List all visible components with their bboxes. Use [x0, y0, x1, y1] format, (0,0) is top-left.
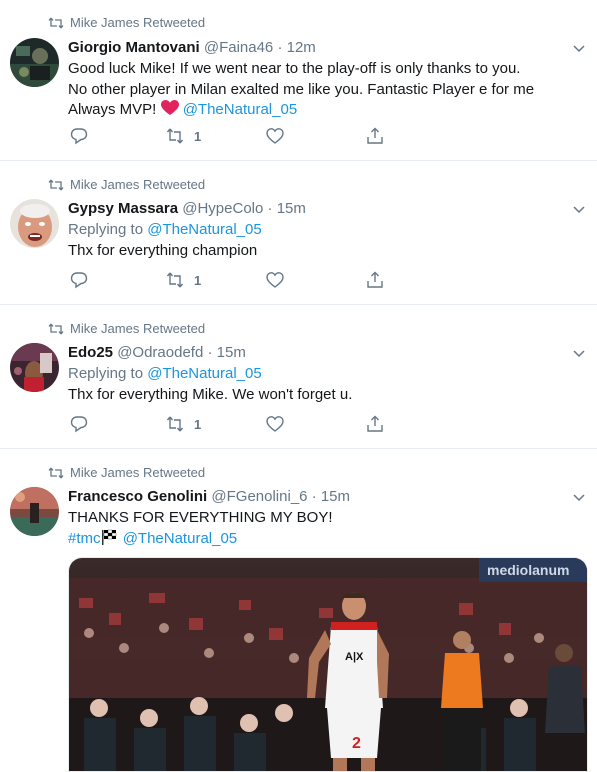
tweet-header: Edo25 @Odraodefd · 15m — [68, 343, 246, 363]
retweet-button[interactable]: 1 — [166, 414, 201, 434]
retweet-context: Mike James Retweeted — [48, 320, 205, 338]
share-icon — [367, 127, 383, 144]
retweet-icon — [48, 323, 64, 335]
reply-button[interactable] — [70, 270, 88, 290]
reply-button[interactable] — [70, 414, 88, 434]
tweet-text-line: #tmc @TheNatural_05 — [68, 529, 578, 550]
avatar[interactable] — [10, 199, 59, 248]
reply-button[interactable] — [70, 126, 88, 146]
chevron-down-icon[interactable] — [571, 40, 587, 56]
tweet-actions: 1 — [68, 270, 388, 290]
checkered-flag-icon — [101, 529, 116, 545]
display-name[interactable]: Gypsy Massara — [68, 200, 178, 217]
tweet-text: Good luck Mike! If we went near to the p… — [68, 59, 578, 121]
display-name[interactable]: Giorgio Mantovani — [68, 39, 200, 56]
chevron-down-icon[interactable] — [571, 201, 587, 217]
tweet-text-line: Good luck Mike! If we went near to the p… — [68, 60, 521, 77]
chevron-down-icon[interactable] — [571, 345, 587, 361]
retweet-context: Mike James Retweeted — [48, 464, 205, 482]
retweet-count: 1 — [194, 416, 202, 432]
retweet-icon — [48, 467, 64, 479]
replying-to: Replying to @TheNatural_05 — [68, 221, 262, 238]
separator: · — [207, 344, 213, 361]
tweet-text-line: THANKS FOR EVERYTHING MY BOY! — [68, 509, 333, 526]
retweet-button[interactable]: 1 — [166, 270, 201, 290]
tweet-text: THANKS FOR EVERYTHING MY BOY! #tmc @TheN… — [68, 508, 578, 549]
retweet-context: Mike James Retweeted — [48, 14, 205, 32]
avatar[interactable] — [10, 38, 59, 87]
retweeted-by-label: Mike James Retweeted — [70, 177, 206, 192]
retweet-count: 1 — [194, 272, 202, 288]
tweet-actions: 1 — [68, 126, 388, 146]
reply-icon — [70, 416, 88, 433]
arena-banner-text: mediolanum — [487, 562, 569, 578]
reply-icon — [70, 128, 88, 145]
share-button[interactable] — [366, 414, 384, 434]
timestamp[interactable]: 15m — [321, 488, 350, 505]
share-button[interactable] — [366, 126, 384, 146]
user-handle[interactable]: @FGenolini_6 — [211, 488, 307, 505]
mention-link[interactable]: @TheNatural_05 — [147, 221, 261, 238]
retweeted-by-label: Mike James Retweeted — [70, 321, 206, 336]
retweeted-by-label: Mike James Retweeted — [70, 465, 206, 480]
timestamp[interactable]: 15m — [277, 200, 306, 217]
tweet-text: Thx for everything Mike. We won't forget… — [68, 386, 353, 403]
like-button[interactable] — [266, 270, 284, 290]
mention-link[interactable]: @TheNatural_05 — [147, 365, 261, 382]
display-name[interactable]: Edo25 — [68, 344, 113, 361]
user-handle[interactable]: @HypeColo — [182, 200, 263, 217]
mention-link[interactable]: @TheNatural_05 — [183, 101, 297, 118]
retweet-button[interactable]: 1 — [166, 126, 201, 146]
retweet-icon — [166, 416, 184, 432]
tweet-header: Giorgio Mantovani @Faina46 · 12m — [68, 38, 316, 58]
jersey-text: A|X — [345, 651, 364, 663]
tweet-header: Gypsy Massara @HypeColo · 15m — [68, 199, 306, 219]
timestamp[interactable]: 12m — [287, 39, 316, 56]
retweeted-by-label: Mike James Retweeted — [70, 15, 206, 30]
like-icon — [266, 416, 284, 432]
avatar[interactable] — [10, 487, 59, 536]
tweet-3[interactable]: Mike James Retweeted Edo25 @Odraodefd · … — [0, 305, 597, 449]
tweet-2[interactable]: Mike James Retweeted Gypsy Massara @Hype… — [0, 161, 597, 305]
red-heart-icon — [160, 100, 179, 115]
separator: · — [267, 200, 273, 217]
hashtag-link[interactable]: #tmc — [68, 530, 101, 547]
tweet-text-line: Always MVP! @TheNatural_05 — [68, 100, 298, 118]
like-button[interactable] — [266, 126, 284, 146]
user-handle[interactable]: @Odraodefd — [117, 344, 203, 361]
tweet-media-photo[interactable]: mediolanum A|X 2 — [68, 557, 588, 772]
jersey-number: 2 — [352, 735, 361, 752]
retweet-context: Mike James Retweeted — [48, 176, 205, 194]
display-name[interactable]: Francesco Genolini — [68, 488, 207, 505]
separator: · — [311, 488, 317, 505]
like-button[interactable] — [266, 414, 284, 434]
share-icon — [367, 271, 383, 288]
mention-link[interactable]: @TheNatural_05 — [123, 530, 237, 547]
tweet-1[interactable]: Mike James Retweeted Giorgio Mantovani @… — [0, 0, 597, 161]
like-icon — [266, 128, 284, 144]
timestamp[interactable]: 15m — [217, 344, 246, 361]
replying-to: Replying to @TheNatural_05 — [68, 365, 262, 382]
retweet-icon — [48, 179, 64, 191]
reply-icon — [70, 272, 88, 289]
like-icon — [266, 272, 284, 288]
retweet-icon — [166, 272, 184, 288]
tweet-header: Francesco Genolini @FGenolini_6 · 15m — [68, 487, 350, 507]
share-icon — [367, 415, 383, 432]
avatar[interactable] — [10, 343, 59, 392]
user-handle[interactable]: @Faina46 — [204, 39, 273, 56]
retweet-icon — [166, 128, 184, 144]
retweet-count: 1 — [194, 128, 202, 144]
tweet-text: Thx for everything champion — [68, 242, 258, 259]
tweet-actions: 1 — [68, 414, 388, 434]
retweet-icon — [48, 17, 64, 29]
tweet-text-line: No other player in Milan exalted me like… — [68, 80, 535, 98]
share-button[interactable] — [366, 270, 384, 290]
separator: · — [277, 39, 283, 56]
chevron-down-icon[interactable] — [571, 489, 587, 505]
